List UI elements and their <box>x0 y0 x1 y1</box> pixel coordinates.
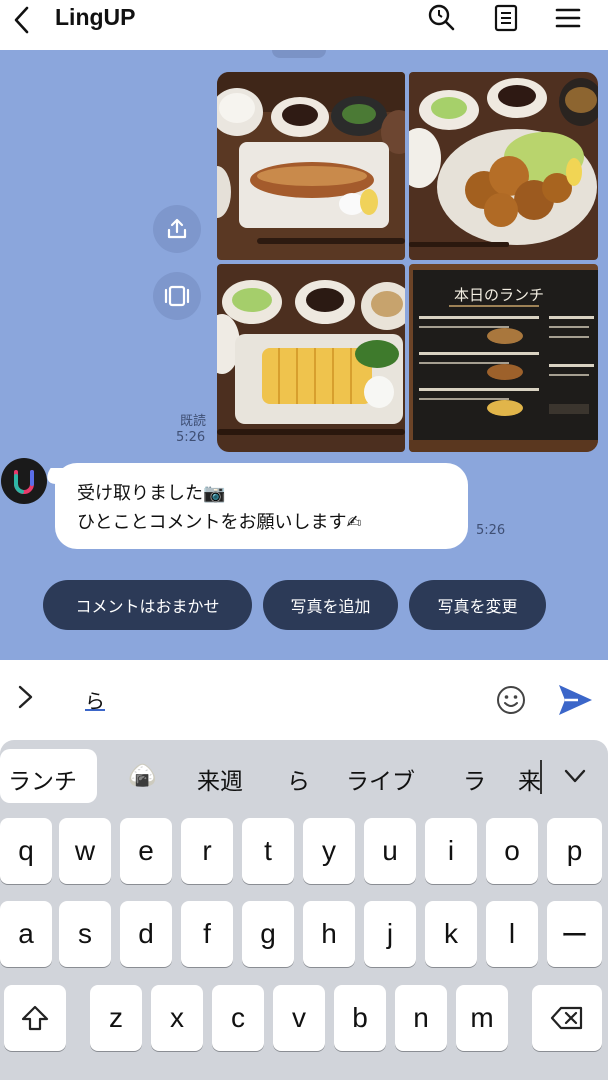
key-t[interactable]: t <box>242 818 294 884</box>
rolled-omelette-set-photo[interactable] <box>217 264 405 452</box>
key-long-vowel[interactable]: ー <box>547 901 602 967</box>
fried-chicken-set-photo[interactable] <box>409 72 598 260</box>
key-l[interactable]: l <box>486 901 538 967</box>
key-z[interactable]: z <box>90 985 142 1051</box>
sent-time: 5:26 <box>176 430 206 445</box>
shift-icon <box>21 1005 49 1031</box>
suggestion-onigiri[interactable]: 🍙 <box>128 762 157 789</box>
grilled-fish-set-photo[interactable] <box>217 72 405 260</box>
album-icon <box>164 285 190 307</box>
key-d[interactable]: d <box>120 901 172 967</box>
suggestion-0[interactable]: ランチ <box>8 762 77 796</box>
chat-area[interactable]: 本日のランチ 既読 5:26 受け取りました📷 ひとことコメントをお願いします✍… <box>0 50 608 660</box>
key-a[interactable]: a <box>0 901 52 967</box>
key-u[interactable]: u <box>364 818 416 884</box>
bot-avatar[interactable] <box>1 458 47 504</box>
key-r[interactable]: r <box>181 818 233 884</box>
suggestion-caret <box>540 760 542 794</box>
key-m[interactable]: m <box>456 985 508 1051</box>
suggestion-4[interactable]: ライブ <box>346 762 415 796</box>
keyboard: ランチ 🍙 来週 ら ライブ ラ 来 q w e r t y u i o p a… <box>0 740 608 1080</box>
message-line-2: ひとことコメントをお願いします✍ <box>77 512 362 533</box>
message-time: 5:26 <box>476 523 506 538</box>
share-icon <box>167 218 187 239</box>
key-q[interactable]: q <box>0 818 52 884</box>
quick-reply-auto-comment[interactable]: コメントはおまかせ <box>43 580 252 630</box>
message-input[interactable]: ら <box>85 685 105 714</box>
bot-message-bubble[interactable]: 受け取りました📷 ひとことコメントをお願いします✍ <box>55 463 468 549</box>
search-icon[interactable] <box>426 3 456 33</box>
menu-board-photo[interactable]: 本日のランチ <box>409 264 598 452</box>
quick-reply-change-photo[interactable]: 写真を変更 <box>409 580 546 630</box>
key-o[interactable]: o <box>486 818 538 884</box>
key-w[interactable]: w <box>59 818 111 884</box>
shift-key[interactable] <box>4 985 66 1051</box>
key-c[interactable]: c <box>212 985 264 1051</box>
key-v[interactable]: v <box>273 985 325 1051</box>
suggestion-3[interactable]: ら <box>287 762 310 796</box>
backspace-key[interactable] <box>532 985 602 1051</box>
menu-icon[interactable] <box>553 3 583 33</box>
key-b[interactable]: b <box>334 985 386 1051</box>
key-h[interactable]: h <box>303 901 355 967</box>
lingup-logo-icon <box>14 470 34 494</box>
expand-suggestions-chevron-icon[interactable] <box>562 766 588 786</box>
key-i[interactable]: i <box>425 818 477 884</box>
key-p[interactable]: p <box>547 818 602 884</box>
suggestion-6[interactable]: 来 <box>518 762 541 796</box>
suggestion-bar: ランチ 🍙 来週 ら ライブ ラ 来 <box>0 740 608 810</box>
key-j[interactable]: j <box>364 901 416 967</box>
key-g[interactable]: g <box>242 901 294 967</box>
album-button[interactable] <box>153 272 201 320</box>
share-button[interactable] <box>153 205 201 253</box>
header: LingUP <box>0 0 608 50</box>
key-f[interactable]: f <box>181 901 233 967</box>
send-icon[interactable] <box>556 682 594 718</box>
suggestion-2[interactable]: 来週 <box>197 762 243 796</box>
key-e[interactable]: e <box>120 818 172 884</box>
message-input-bar: ら <box>0 660 608 740</box>
quick-reply-add-photo[interactable]: 写真を追加 <box>263 580 398 630</box>
key-k[interactable]: k <box>425 901 477 967</box>
back-chevron-icon[interactable] <box>8 5 38 35</box>
key-s[interactable]: s <box>59 901 111 967</box>
expand-chevron-icon[interactable] <box>12 682 38 712</box>
emoji-icon[interactable] <box>495 684 527 716</box>
menu-board-title: 本日のランチ <box>454 286 544 304</box>
backspace-icon <box>550 1006 583 1030</box>
chat-title: LingUP <box>55 4 136 30</box>
suggestion-5[interactable]: ラ <box>463 762 486 796</box>
key-x[interactable]: x <box>151 985 203 1051</box>
key-n[interactable]: n <box>395 985 447 1051</box>
key-y[interactable]: y <box>303 818 355 884</box>
message-line-1: 受け取りました📷 <box>77 483 226 504</box>
scroll-indicator <box>272 50 326 58</box>
read-receipt: 既読 <box>180 414 207 429</box>
note-icon[interactable] <box>491 3 521 33</box>
